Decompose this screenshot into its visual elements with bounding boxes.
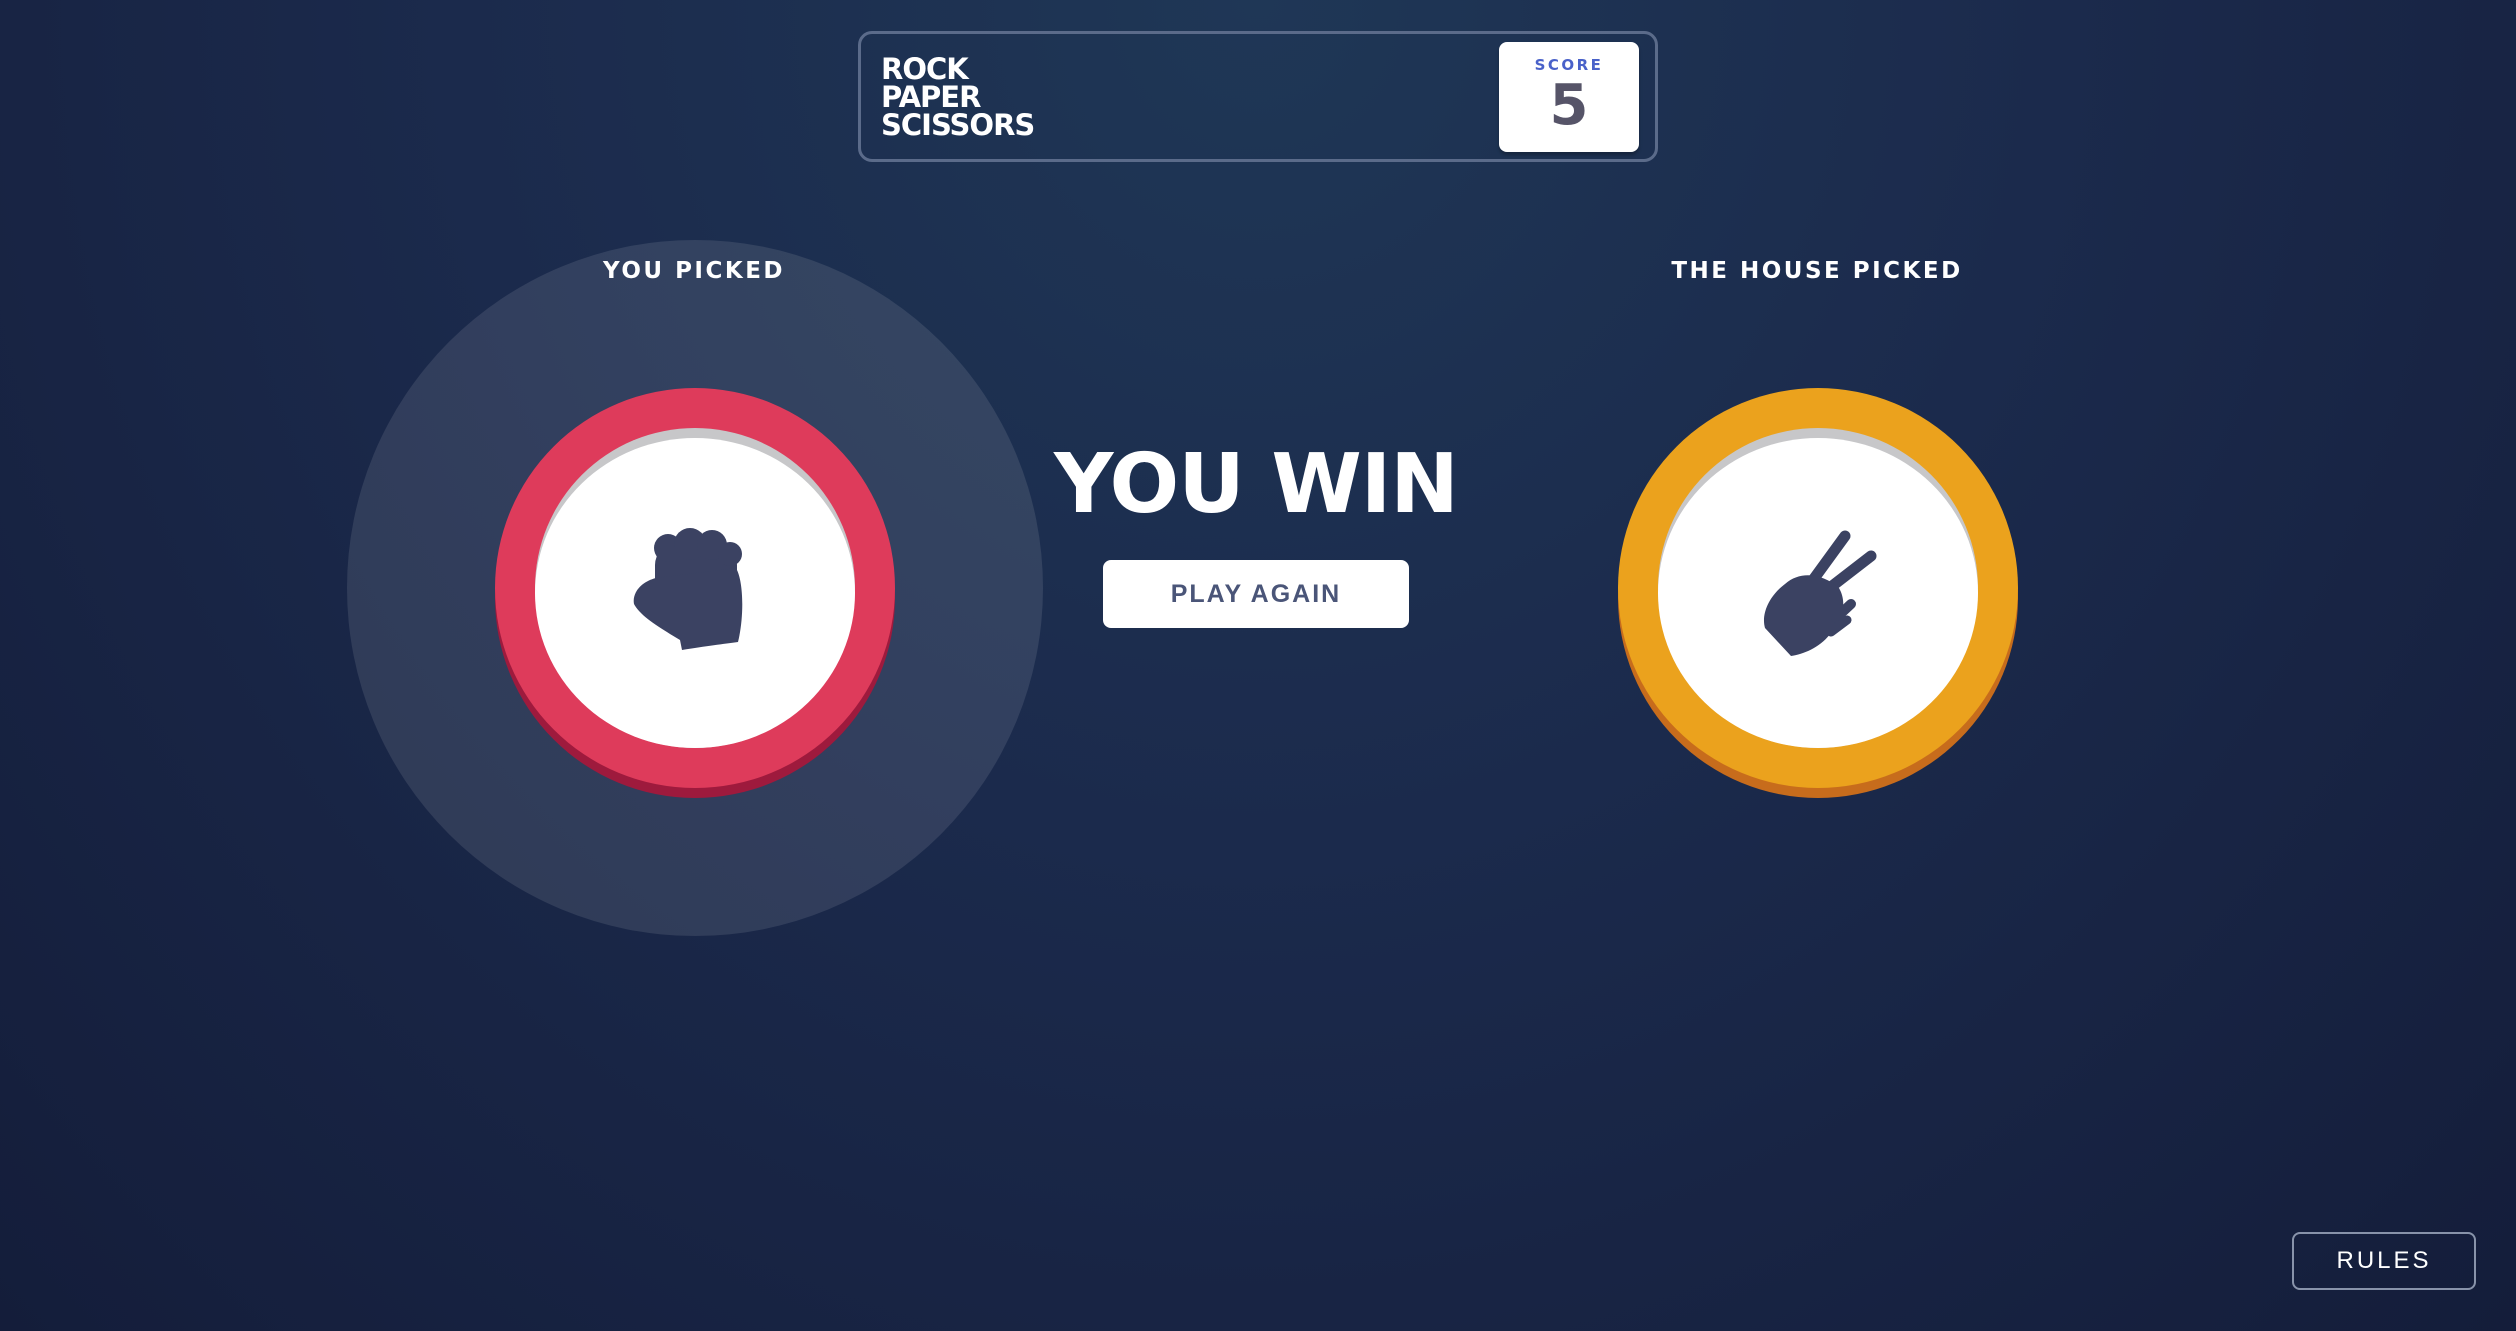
score-label: SCORE [1534, 55, 1604, 74]
game-logo: ROCK PAPER SCISSORS [881, 51, 1035, 142]
logo-line-rock: ROCK [881, 51, 969, 86]
rock-fist-icon [633, 528, 743, 650]
house-pick-label: THE HOUSE PICKED [1671, 258, 1963, 284]
player-pick-label: YOU PICKED [603, 258, 785, 284]
player-rock-token [495, 388, 895, 798]
token-face [1658, 438, 1978, 748]
logo-line-paper: PAPER [881, 79, 981, 114]
score-value: 5 [1549, 72, 1589, 138]
token-face [535, 438, 855, 748]
logo-line-scissors: SCISSORS [881, 107, 1035, 142]
score-box: SCORE 5 [1499, 41, 1639, 152]
game-header: ROCK PAPER SCISSORS SCORE 5 [858, 31, 1658, 162]
result-panel: YOU WIN PLAY AGAIN [1006, 430, 1506, 628]
result-text: YOU WIN [1054, 437, 1459, 532]
scissors-hand-icon [1763, 530, 1877, 656]
rules-button[interactable]: RULES [2292, 1232, 2476, 1290]
play-again-button[interactable]: PLAY AGAIN [1103, 560, 1409, 628]
house-scissors-token [1618, 388, 2018, 798]
